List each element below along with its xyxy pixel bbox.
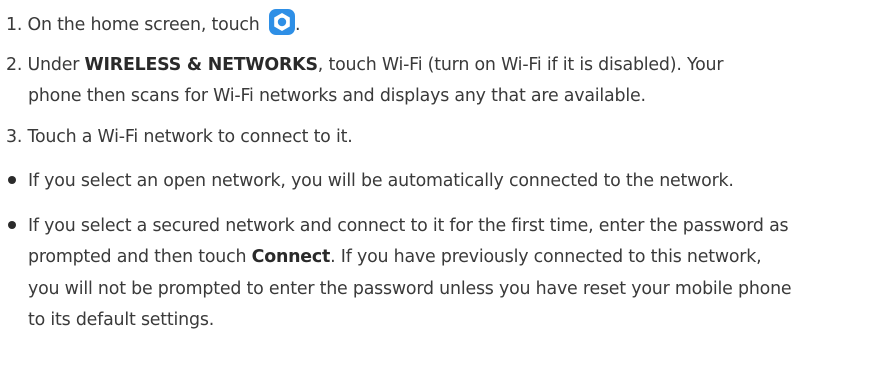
bullet-text: to its default settings. [28,310,215,330]
bullet-1: If you select an open network, you will … [6,170,734,192]
bullet-icon [8,176,16,184]
bullet-text: . If you have previously connected to th… [330,247,762,267]
step-1: 1. On the home screen, touch . [6,9,300,36]
step-3: 3. Touch a Wi-Fi network to connect to i… [6,126,353,148]
settings-icon [268,9,295,35]
step-2-continued: phone then scans for Wi-Fi networks and … [28,85,646,107]
step-2: 2. Under WIRELESS & NETWORKS, touch Wi-F… [6,54,724,76]
bullet-icon [8,221,16,229]
bullet-2-line-2: prompted and then touch Connect. If you … [28,246,762,268]
step-number: 2. [6,55,23,75]
bullet-2: If you select a secured network and conn… [6,215,789,237]
step-text: Under [27,55,80,75]
step-text: phone then scans for Wi-Fi networks and … [28,86,646,106]
step-text: Touch a Wi-Fi network to connect to it. [27,127,353,147]
step-text: , touch Wi-Fi (turn on Wi-Fi if it is di… [317,55,724,75]
menu-section-name: WIRELESS & NETWORKS [84,55,318,75]
bullet-text: If you select a secured network and conn… [28,216,789,236]
bullet-text: prompted and then touch [28,247,247,267]
bullet-2-line-4: to its default settings. [28,309,214,331]
step-number: 1. [6,15,23,35]
connect-label: Connect [251,247,331,267]
step-number: 3. [6,127,23,147]
bullet-text: If you select an open network, you will … [28,171,734,191]
step-text: On the home screen, touch [27,15,260,35]
instructions-document: 1. On the home screen, touch . 2. Under … [0,0,880,371]
bullet-2-line-3: you will not be prompted to enter the pa… [28,278,792,300]
step-text-end: . [294,15,301,35]
bullet-text: you will not be prompted to enter the pa… [28,279,792,299]
